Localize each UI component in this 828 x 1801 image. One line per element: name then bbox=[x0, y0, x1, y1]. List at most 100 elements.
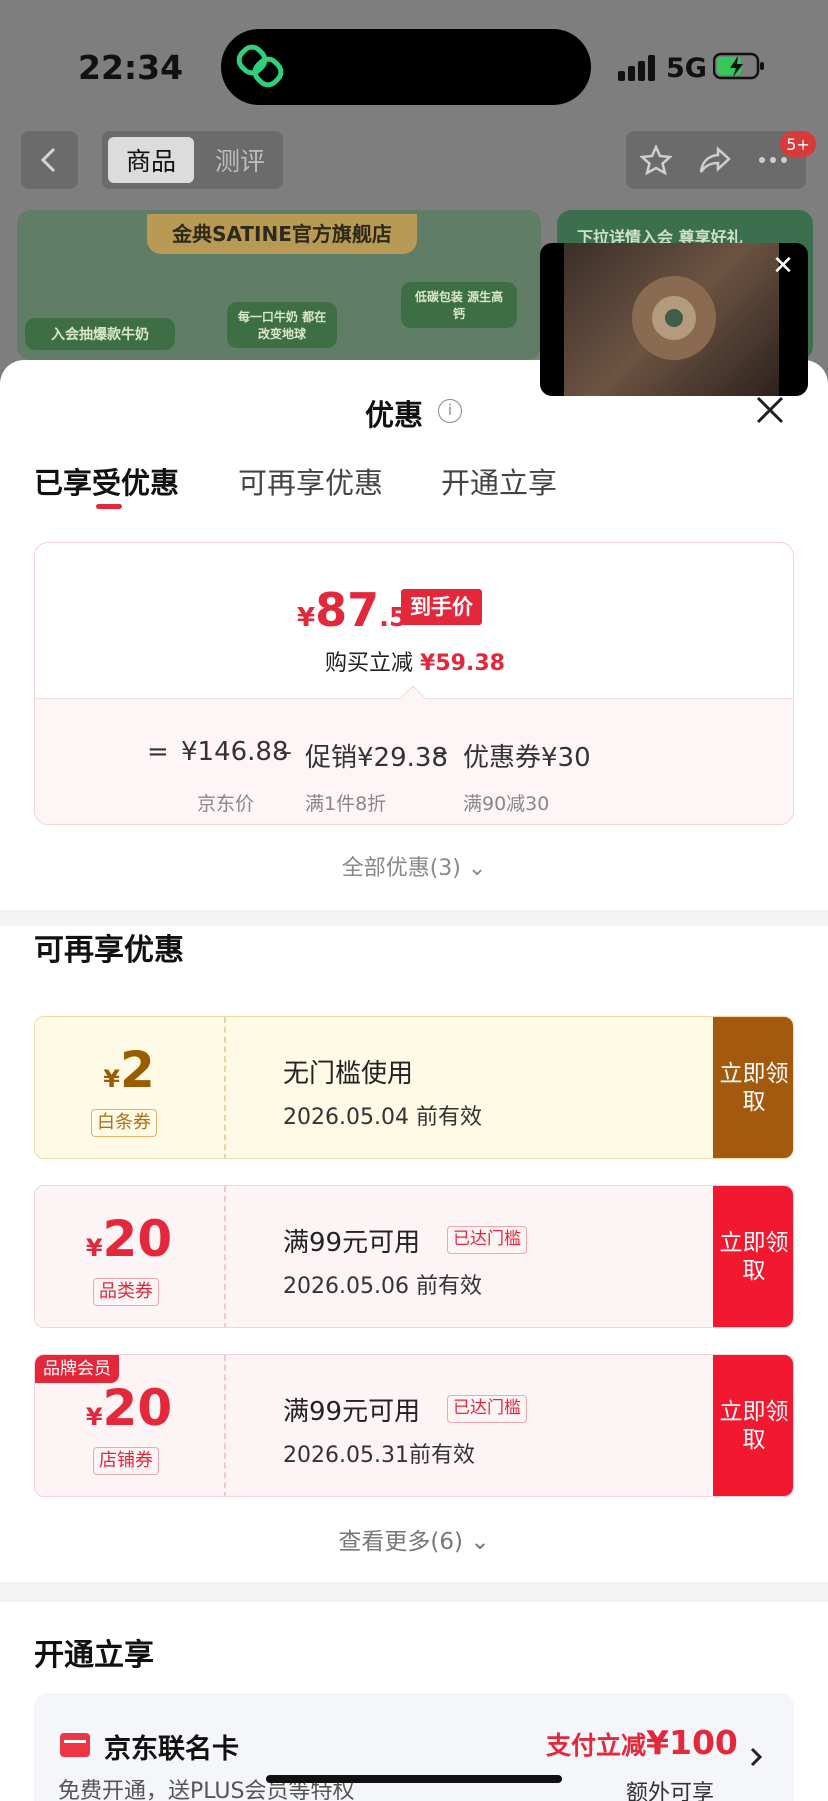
coupon-condition: 无门槛使用 bbox=[283, 1059, 414, 1089]
coupon-condition: 满99元可用 bbox=[283, 1397, 421, 1427]
section-divider bbox=[0, 910, 828, 926]
coupon-label: 满90减30 bbox=[463, 793, 550, 815]
minus-sign: – bbox=[279, 737, 292, 767]
banner-chip-slogan: 每一口牛奶 都在改变地球 bbox=[227, 302, 337, 348]
open-enjoy-title: 开通立享 bbox=[34, 1638, 154, 1673]
chevron-right-icon bbox=[750, 1747, 763, 1767]
coupon-type: 店铺券 bbox=[93, 1447, 159, 1475]
chevron-down-icon: ⌄ bbox=[467, 856, 487, 881]
minus-sign: – bbox=[435, 737, 448, 767]
wechat-link-icon bbox=[236, 44, 284, 88]
equals-sign: = bbox=[147, 737, 169, 767]
all-offers-toggle[interactable]: 全部优惠(3) ⌄ bbox=[0, 850, 828, 882]
coupon-divider bbox=[224, 1355, 226, 1496]
card-promo-amount: ¥100 bbox=[646, 1723, 738, 1762]
card-extra-text: 额外可享 bbox=[626, 1781, 715, 1801]
chevron-down-icon: ⌄ bbox=[470, 1529, 490, 1555]
coupon-info: 满99元可用 已达门槛 2026.05.06 前有效 bbox=[227, 1186, 747, 1327]
tab-review[interactable]: 测评 bbox=[202, 137, 278, 183]
coupon-value: ¥20 bbox=[35, 1210, 223, 1268]
banner-chip-feature: 低碳包装 源生高钙 bbox=[401, 282, 517, 328]
coupon-condition: 满99元可用 bbox=[283, 1228, 421, 1258]
coupon-currency: ¥ bbox=[103, 1065, 120, 1093]
back-button[interactable] bbox=[21, 131, 78, 189]
coupon-amount: 20 bbox=[102, 1379, 173, 1437]
see-more-label: 查看更多(6) bbox=[338, 1529, 463, 1555]
tab-enjoyed-discounts[interactable]: 已享受优惠 bbox=[34, 460, 179, 502]
network-type: 5G bbox=[666, 53, 707, 84]
banner-chip-join: 入会抽爆款牛奶 bbox=[25, 318, 175, 350]
more-discounts-title: 可再享优惠 bbox=[34, 933, 184, 968]
instant-reduce-line: 购买立减 ¥59.38 bbox=[35, 645, 793, 677]
credit-card-icon bbox=[60, 1733, 90, 1757]
coupon-amount: 20 bbox=[102, 1210, 173, 1268]
coupon-expiry: 2026.05.06 前有效 bbox=[283, 1274, 482, 1299]
promo-amount: 促销¥29.38 bbox=[305, 743, 448, 773]
battery-charging-icon bbox=[713, 52, 764, 80]
coupon-expiry: 2026.05.31前有效 bbox=[283, 1443, 475, 1468]
coupon-divider bbox=[224, 1186, 226, 1327]
coupon-type: 白条券 bbox=[91, 1109, 157, 1137]
product-review-switch: 商品 测评 bbox=[102, 131, 283, 189]
jd-price-label: 京东价 bbox=[197, 793, 255, 815]
home-indicator[interactable] bbox=[266, 1775, 562, 1783]
jd-price: ¥146.88 bbox=[181, 737, 289, 767]
price-breakdown: = ¥146.88 京东价 – 促销¥29.38 满1件8折 – 优惠券¥30 … bbox=[35, 698, 793, 824]
close-icon[interactable] bbox=[752, 392, 788, 428]
active-tab-indicator bbox=[96, 504, 122, 509]
card-promo: 支付立减¥100 bbox=[546, 1723, 738, 1762]
video-frame bbox=[564, 243, 779, 396]
signal-icon bbox=[618, 55, 655, 81]
claim-coupon-button[interactable]: 立即领取 bbox=[713, 1186, 793, 1327]
coupon-currency: ¥ bbox=[85, 1234, 103, 1262]
shop-banner[interactable]: 金典SATINE官方旗舰店 入会抽爆款牛奶 每一口牛奶 都在改变地球 低碳包装 … bbox=[17, 210, 541, 360]
see-more-button[interactable]: 查看更多(6) ⌄ bbox=[0, 1522, 828, 1556]
tab-product[interactable]: 商品 bbox=[108, 137, 194, 183]
chevron-left-icon bbox=[40, 147, 56, 173]
claim-coupon-button[interactable]: 立即领取 bbox=[713, 1017, 793, 1158]
status-time: 22:34 bbox=[78, 48, 184, 87]
coupon-info: 无门槛使用 2026.05.04 前有效 bbox=[227, 1017, 747, 1158]
coupon-value-area: ¥20 品类券 bbox=[35, 1186, 223, 1327]
coupon-currency: ¥ bbox=[85, 1403, 103, 1431]
status-bar: 22:34 5G bbox=[0, 0, 828, 128]
co-branded-card-offer[interactable]: 京东联名卡 免费开通，送PLUS会员等特权 支付立减¥100 额外可享 bbox=[34, 1693, 794, 1801]
final-price-card: ¥87.5 到手价 购买立减 ¥59.38 = ¥146.88 京东价 – 促销… bbox=[34, 542, 794, 825]
coupon-type: 品类券 bbox=[93, 1278, 159, 1306]
coupon-value: ¥20 bbox=[35, 1379, 223, 1437]
coupon-info: 满99元可用 已达门槛 2026.05.31前有效 bbox=[227, 1355, 747, 1496]
threshold-reached-badge: 已达门槛 bbox=[447, 1395, 527, 1423]
share-icon[interactable] bbox=[698, 145, 732, 175]
tab-open-enjoy[interactable]: 开通立享 bbox=[441, 460, 557, 502]
sheet-title: 优惠 bbox=[365, 398, 424, 432]
threshold-reached-badge: 已达门槛 bbox=[447, 1226, 527, 1254]
info-icon[interactable]: i bbox=[438, 399, 462, 423]
header-actions bbox=[626, 131, 806, 189]
coupon-card: ¥20 品类券 满99元可用 已达门槛 2026.05.06 前有效 立即领取 bbox=[34, 1185, 794, 1328]
star-icon[interactable] bbox=[640, 145, 672, 175]
brand-member-tag: 品牌会员 bbox=[35, 1355, 119, 1383]
coupon-amount: 优惠券¥30 bbox=[463, 743, 591, 773]
video-close-button[interactable]: ✕ bbox=[768, 251, 798, 281]
final-price-integer: 87 bbox=[315, 583, 380, 637]
instant-reduce-label: 购买立减 bbox=[325, 651, 414, 676]
instant-reduce-amount: ¥59.38 bbox=[420, 651, 505, 676]
tab-more-discounts[interactable]: 可再享优惠 bbox=[238, 460, 383, 502]
coupon-card: ¥20 店铺券 品牌会员 满99元可用 已达门槛 2026.05.31前有效 立… bbox=[34, 1354, 794, 1497]
all-offers-label: 全部优惠(3) bbox=[341, 856, 461, 881]
floating-video[interactable]: ✕ bbox=[540, 243, 808, 396]
card-promo-label: 支付立减 bbox=[546, 1731, 647, 1760]
final-price-currency: ¥ bbox=[297, 603, 316, 633]
banner-shop-name: 金典SATINE官方旗舰店 bbox=[147, 214, 417, 254]
section-divider bbox=[0, 1582, 828, 1602]
more-icon[interactable] bbox=[758, 156, 788, 164]
notification-badge: 5+ bbox=[780, 131, 816, 157]
promo-label: 满1件8折 bbox=[305, 793, 387, 815]
coupon-expiry: 2026.05.04 前有效 bbox=[283, 1105, 482, 1130]
final-price: ¥87.5 bbox=[297, 583, 407, 637]
video-thumbnail-image bbox=[632, 276, 716, 360]
discount-sheet: 优惠 i 已享受优惠 可再享优惠 开通立享 ¥87.5 到手价 购买立减 ¥59… bbox=[0, 360, 828, 1801]
coupon-divider bbox=[224, 1017, 226, 1158]
claim-coupon-button[interactable]: 立即领取 bbox=[713, 1355, 793, 1496]
coupon-card: ¥2 白条券 无门槛使用 2026.05.04 前有效 立即领取 bbox=[34, 1016, 794, 1159]
